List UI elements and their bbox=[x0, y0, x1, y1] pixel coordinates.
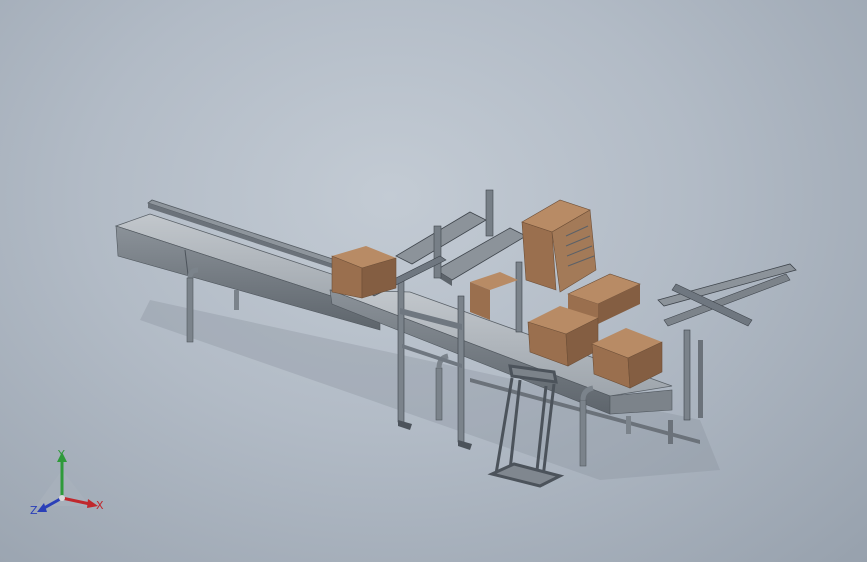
axis-triad: Y X Z bbox=[30, 448, 104, 517]
carton-1[interactable] bbox=[331, 246, 397, 299]
carton-in-frame[interactable] bbox=[470, 272, 518, 320]
cad-viewport[interactable]: Y X Z bbox=[0, 0, 867, 562]
y-axis-label: Y bbox=[57, 448, 65, 461]
z-axis-label: Z bbox=[30, 504, 38, 517]
packaging-line-model[interactable] bbox=[0, 0, 867, 562]
x-axis-label: X bbox=[96, 499, 104, 512]
carton-magazine[interactable] bbox=[521, 199, 597, 293]
outfeed-arm[interactable] bbox=[657, 263, 797, 421]
